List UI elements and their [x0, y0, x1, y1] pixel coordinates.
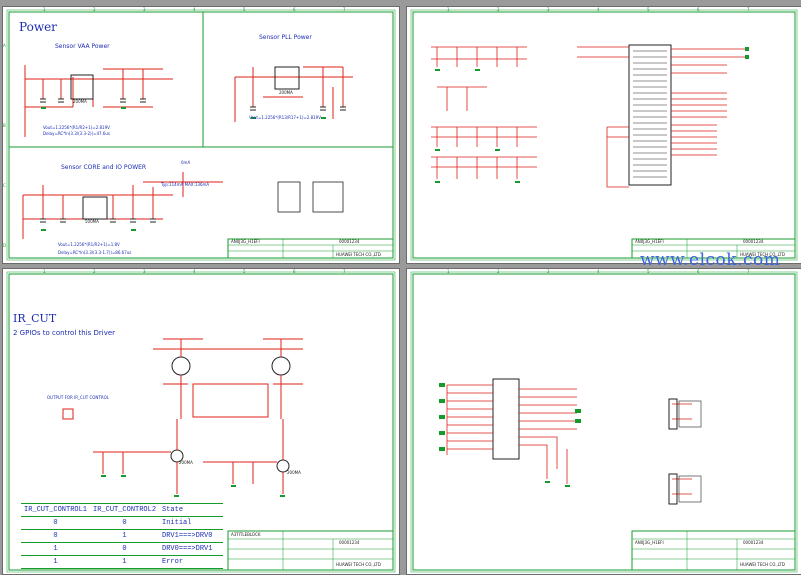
ir-title-block-part-no: A3TITLEBLOCK [231, 532, 261, 537]
title-block-company: HUAWEI TECH CO.,LTD [336, 252, 381, 257]
svg-text:4: 4 [193, 7, 196, 12]
ir-cut-sheet-title: IR_CUT [13, 312, 57, 325]
schematic-sheet-ir-cut: 1 2 3 4 5 6 7 IR_CUT 2 GPIOs to control this… [2, 268, 400, 575]
ir-table-cell: Initial [159, 516, 224, 530]
power-sheet-title: Power [19, 20, 57, 34]
pll-chip-label: 200MA [279, 90, 293, 95]
website-watermark: www.elcok.com [640, 250, 781, 270]
ir-table-header-row: IR_CUT_CONTROL1 IR_CUT_CONTROL2 State [21, 503, 224, 517]
svg-text:7: 7 [343, 7, 346, 12]
title-block-doc-no: 00001234 [339, 239, 360, 244]
ir-table-header-cell: IR_CUT_CONTROL1 [21, 503, 91, 517]
ir-table-row: 1 0 DRV0===>DRV1 [21, 542, 224, 556]
core-equation-delay: Delay=RC*ln(3.3/(3.3-1.7))=86.67us [58, 250, 132, 255]
svg-text:1: 1 [43, 269, 46, 274]
title-block-part-no: AN0J3G_H1EFI [231, 239, 260, 244]
svg-text:C: C [3, 183, 6, 188]
vaa-chip-label: 200MA [73, 99, 87, 104]
sensor-title-block-part-no: AN0J3G_H1EFI [635, 239, 664, 244]
ir-cut-state-table: IR_CUT_CONTROL1 IR_CUT_CONTROL2 State 0 0 Ini… [21, 503, 224, 569]
svg-text:3: 3 [143, 269, 146, 274]
vaa-section-title: Sensor VAA Power [55, 43, 110, 50]
core-equation-vout: Vout=1.2256*(R1/R2+1)=1.8V [58, 242, 120, 247]
schematic-sheet-power: 1 2 3 4 5 6 7 A B C D Power Sensor VAA Power Se… [2, 6, 400, 264]
svg-text:2: 2 [93, 7, 96, 12]
schematic-sheet-sensor: 123 456 7 AN0J3G_H1EFI 00001234 HUAWEI T… [406, 6, 801, 264]
ir-cut-chip-b-label: 200MA [287, 470, 301, 475]
ir-cut-subtitle: 2 GPIOs to control this Driver [13, 329, 116, 337]
ir-table-cell: 0 [21, 516, 91, 530]
core-current-label: Typ:114mA MAX:136mA [161, 182, 210, 187]
connector-schematic-drawing: 123 456 7 [410, 269, 798, 573]
sensor-schematic-drawing: 1 2 3 4 5 6 7 [410, 7, 798, 261]
ir-title-block-doc-no: 00001234 [339, 540, 360, 545]
svg-text:7: 7 [343, 269, 346, 274]
svg-text:3: 3 [547, 7, 550, 12]
connector-title-block-doc-no: 00001234 [743, 540, 764, 545]
svg-text:1: 1 [43, 7, 46, 12]
ir-cut-chip-a-label: 200MA [179, 460, 193, 465]
ir-table-cell: DRV0===>DRV1 [159, 542, 224, 556]
vaa-equation-delay: Delay=RC*ln(3.3/(3.3-2))=47.6us [43, 131, 111, 136]
schematic-sheet-connector: 123 456 7 AN0J3G_H1EFI 00001234 HUAWEI T… [406, 268, 801, 575]
svg-text:1: 1 [447, 7, 450, 12]
pll-equation-vout: Vout=1.2256*(R13/R17+1)=2.819V [249, 115, 321, 120]
svg-text:4: 4 [597, 7, 600, 12]
current-label-0ma: 0mA [181, 160, 191, 165]
ir-table-header-cell: State [159, 503, 224, 517]
svg-text:5: 5 [243, 7, 246, 12]
svg-text:6: 6 [293, 7, 296, 12]
svg-text:5: 5 [647, 7, 650, 12]
ir-table-cell: 0 [90, 542, 160, 556]
ir-table-row: 1 1 Error [21, 555, 224, 569]
ir-table-cell: 1 [90, 555, 160, 569]
ir-table-cell: 0 [21, 529, 91, 543]
svg-text:D: D [3, 243, 6, 248]
svg-text:3: 3 [143, 7, 146, 12]
svg-text:B: B [3, 123, 6, 128]
svg-text:4: 4 [193, 269, 196, 274]
ir-cut-output-label: OUTPUT FOR IR_CUT CONTROL [47, 395, 110, 400]
svg-text:4: 4 [597, 269, 600, 274]
connector-title-block-part-no: AN0J3G_H1EFI [635, 540, 664, 545]
svg-text:1: 1 [447, 269, 450, 274]
sensor-title-block-doc-no: 00001234 [743, 239, 764, 244]
ir-table-row: 0 1 DRV1===>DRV0 [21, 529, 224, 543]
ir-table-cell: 0 [90, 516, 160, 530]
svg-text:7: 7 [747, 7, 750, 12]
core-chip-label: 500MA [85, 219, 99, 224]
connector-title-block-company: HUAWEI TECH CO.,LTD [740, 562, 785, 567]
vaa-equation-vout: Vout=1.2256*(R1/R2+1)=2.819V [43, 125, 110, 130]
svg-text:6: 6 [697, 7, 700, 12]
svg-text:3: 3 [547, 269, 550, 274]
core-section-title: Sensor CORE and IO POWER [61, 164, 147, 171]
svg-text:2: 2 [497, 269, 500, 274]
svg-text:2: 2 [93, 269, 96, 274]
ir-table-cell: 1 [21, 542, 91, 556]
ir-table-cell: DRV1===>DRV0 [159, 529, 224, 543]
pll-section-title: Sensor PLL Power [259, 34, 312, 41]
ir-table-row: 0 0 Initial [21, 516, 224, 530]
ir-cut-state-table-body: IR_CUT_CONTROL1 IR_CUT_CONTROL2 State 0 0 Ini… [21, 503, 224, 569]
ir-title-block-company: HUAWEI TECH CO.,LTD [336, 562, 381, 567]
ir-table-cell: 1 [90, 529, 160, 543]
svg-text:6: 6 [293, 269, 296, 274]
ir-table-cell: 1 [21, 555, 91, 569]
ir-table-cell: Error [159, 555, 224, 569]
svg-text:A: A [3, 43, 6, 48]
ir-table-header-cell: IR_CUT_CONTROL2 [90, 503, 160, 517]
svg-text:5: 5 [243, 269, 246, 274]
svg-text:2: 2 [497, 7, 500, 12]
